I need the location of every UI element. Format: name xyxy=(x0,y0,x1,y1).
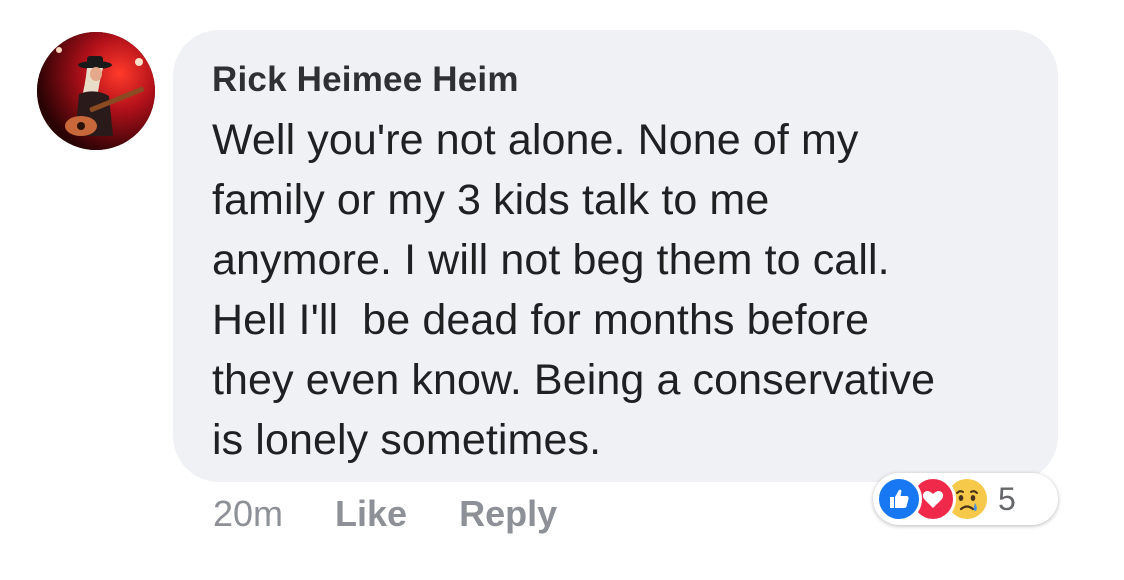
comment-text: Well you're not alone. None of my family… xyxy=(212,116,936,464)
reply-button[interactable]: Reply xyxy=(459,493,557,535)
comment-author[interactable]: Rick Heimee Heim xyxy=(212,60,1022,100)
reaction-count: 5 xyxy=(998,480,1016,517)
reactions-summary[interactable]: 5 xyxy=(873,473,1058,525)
like-button[interactable]: Like xyxy=(335,493,407,535)
comment-timestamp[interactable]: 20m xyxy=(213,493,283,535)
like-icon xyxy=(876,476,922,522)
profile-photo-icon xyxy=(37,32,155,150)
comment-bubble: Rick Heimee Heim Well you're not alone. … xyxy=(173,30,1058,482)
avatar[interactable] xyxy=(37,32,155,150)
comment-actions: 20m Like Reply xyxy=(213,492,609,536)
